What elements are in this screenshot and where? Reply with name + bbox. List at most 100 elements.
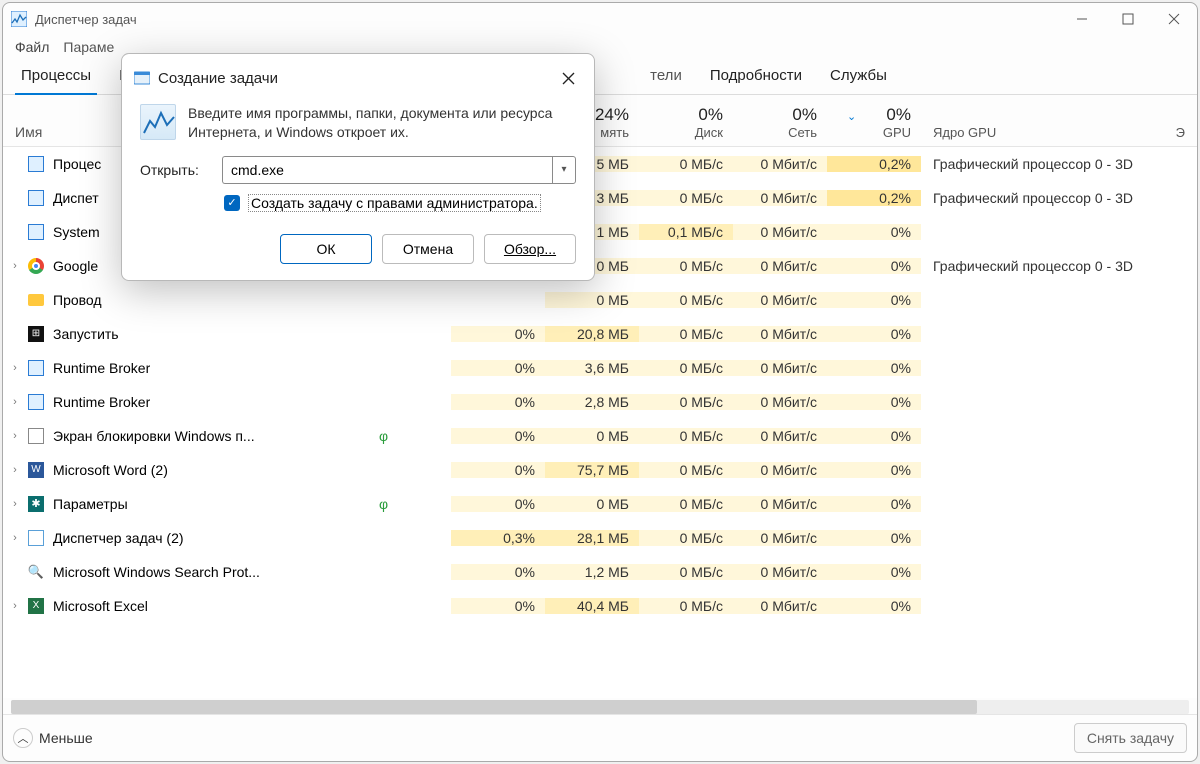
cell-gpu: 0% [827,428,921,444]
open-input[interactable] [222,156,552,184]
minimize-button[interactable] [1059,3,1105,35]
process-icon [27,427,45,445]
tab-processes[interactable]: Процессы [7,59,105,94]
cell-network: 0 Мбит/с [733,360,827,376]
cell-disk: 0 МБ/с [639,360,733,376]
process-row[interactable]: ⊞Запустить0%20,8 МБ0 МБ/с0 Мбит/с0% [3,317,1197,351]
col-disk[interactable]: 0% Диск [639,106,733,146]
col-end[interactable]: Э [1175,125,1195,146]
cell-gpu: 0% [827,258,921,274]
admin-checkbox-label[interactable]: Создать задачу с правами администратора. [248,194,541,212]
process-row[interactable]: Провод0 МБ0 МБ/с0 Мбит/с0% [3,283,1197,317]
cell-network: 0 Мбит/с [733,326,827,342]
cell-network: 0 Мбит/с [733,462,827,478]
cell-cpu: 0% [451,496,545,512]
leaf-icon: φ [379,496,397,512]
cell-disk: 0 МБ/с [639,564,733,580]
tab-details[interactable]: Подробности [696,59,816,94]
end-task-button[interactable]: Снять задачу [1074,723,1187,753]
fewer-details-button[interactable]: ︿ Меньше [13,728,93,748]
tab-services[interactable]: Службы [816,59,901,94]
check-icon: ✓ [227,196,236,209]
process-name: Параметры [53,496,128,512]
cell-gpu-engine: Графический процессор 0 - 3D [921,156,1175,172]
col-gpu[interactable]: ⌄ 0% GPU [827,106,921,146]
close-button[interactable] [1151,3,1197,35]
process-row[interactable]: ›Runtime Broker0%2,8 МБ0 МБ/с0 Мбит/с0% [3,385,1197,419]
process-row[interactable]: ›XMicrosoft Excel0%40,4 МБ0 МБ/с0 Мбит/с… [3,589,1197,623]
process-name: Runtime Broker [53,394,150,410]
cell-memory: 2,8 МБ [545,394,639,410]
expand-icon[interactable]: › [3,260,27,272]
process-name: Запустить [53,326,119,342]
cell-network: 0 Мбит/с [733,258,827,274]
process-icon: ⊞ [27,325,45,343]
cell-cpu: 0% [451,326,545,342]
process-row[interactable]: 🔍Microsoft Windows Search Prot...0%1,2 М… [3,555,1197,589]
expand-icon[interactable]: › [3,600,27,612]
task-manager-window: Диспетчер задач Файл Параме Процессы Пр … [2,2,1198,762]
process-row[interactable]: ›✱Параметрыφ0%0 МБ0 МБ/с0 Мбит/с0% [3,487,1197,521]
process-row[interactable]: ›Диспетчер задач (2)0,3%28,1 МБ0 МБ/с0 М… [3,521,1197,555]
expand-icon[interactable]: › [3,498,27,510]
horizontal-scrollbar[interactable] [11,700,1189,714]
dialog-close-button[interactable] [554,64,582,92]
expand-icon[interactable]: › [3,362,27,374]
process-name: Google [53,258,98,274]
process-icon: X [27,597,45,615]
run-dialog-icon [134,70,150,86]
app-icon [11,11,27,27]
cell-memory: 28,1 МБ [545,530,639,546]
cell-gpu: 0% [827,598,921,614]
cancel-button[interactable]: Отмена [382,234,474,264]
process-icon: 🔍 [27,563,45,581]
maximize-button[interactable] [1105,3,1151,35]
expand-icon[interactable]: › [3,464,27,476]
ok-button[interactable]: ОК [280,234,372,264]
open-combobox[interactable]: ▾ [222,156,576,184]
menu-options[interactable]: Параме [63,39,114,55]
expand-icon[interactable]: › [3,532,27,544]
process-name: Экран блокировки Windows п... [53,428,255,444]
run-dialog: Создание задачи Введите имя программы, п… [121,53,595,281]
process-icon [27,291,45,309]
menu-file[interactable]: Файл [15,39,49,55]
process-row[interactable]: ›WMicrosoft Word (2)0%75,7 МБ0 МБ/с0 Мби… [3,453,1197,487]
tab-users[interactable]: тели [636,59,696,94]
process-name: Провод [53,292,102,308]
leaf-icon: φ [379,428,397,444]
cell-disk: 0 МБ/с [639,292,733,308]
cell-disk: 0 МБ/с [639,598,733,614]
cell-network: 0 Мбит/с [733,564,827,580]
cell-disk: 0 МБ/с [639,258,733,274]
process-icon [27,257,45,275]
process-row[interactable]: ›Экран блокировки Windows п...φ0%0 МБ0 М… [3,419,1197,453]
admin-checkbox[interactable]: ✓ [224,195,240,211]
process-icon: W [27,461,45,479]
process-icon [27,189,45,207]
col-network[interactable]: 0% Сеть [733,106,827,146]
cell-disk: 0 МБ/с [639,462,733,478]
process-name: Диспетчер задач (2) [53,530,184,546]
cell-disk: 0 МБ/с [639,394,733,410]
process-name: Microsoft Word (2) [53,462,168,478]
cell-cpu: 0% [451,564,545,580]
cell-disk: 0 МБ/с [639,530,733,546]
cell-memory: 3,6 МБ [545,360,639,376]
cell-gpu: 0% [827,326,921,342]
cell-memory: 0 МБ [545,428,639,444]
expand-icon[interactable]: › [3,396,27,408]
col-gpu-engine[interactable]: Ядро GPU [921,125,1175,146]
combobox-dropdown-button[interactable]: ▾ [552,156,576,184]
cell-gpu: 0% [827,292,921,308]
cell-cpu: 0% [451,462,545,478]
browse-button[interactable]: Обзор... [484,234,576,264]
footer: ︿ Меньше Снять задачу [3,714,1197,761]
cell-gpu: 0% [827,496,921,512]
cell-network: 0 Мбит/с [733,394,827,410]
expand-icon[interactable]: › [3,430,27,442]
cell-gpu: 0% [827,462,921,478]
cell-gpu: 0,2% [827,156,921,172]
cell-memory: 20,8 МБ [545,326,639,342]
process-row[interactable]: ›Runtime Broker0%3,6 МБ0 МБ/с0 Мбит/с0% [3,351,1197,385]
